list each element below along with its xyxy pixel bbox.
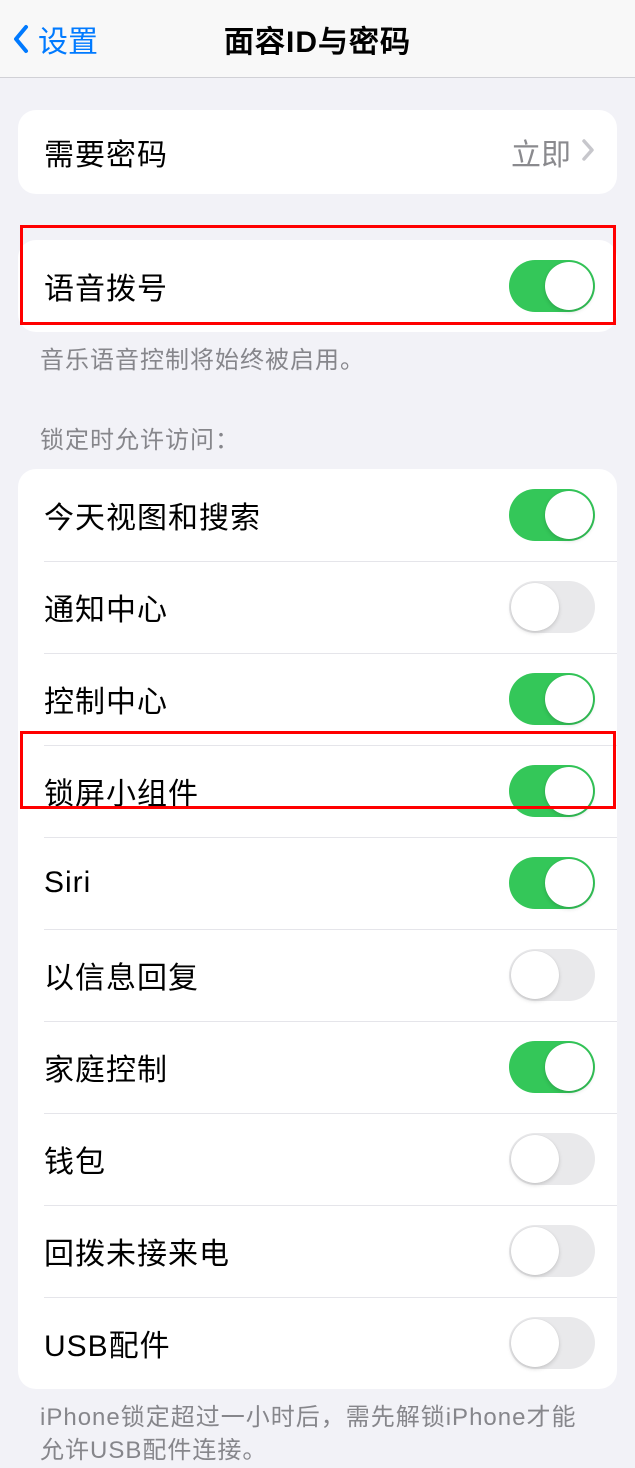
row-label: Siri (44, 866, 91, 900)
usb-accessories-row: USB配件 (18, 1297, 617, 1389)
wallet-row: 钱包 (18, 1113, 617, 1205)
row-label: 今天视图和搜索 (44, 493, 261, 537)
row-label: 锁屏小组件 (44, 769, 199, 813)
row-label: 以信息回复 (44, 953, 199, 997)
lock-widgets-row: 锁屏小组件 (18, 745, 617, 837)
reply-with-message-row: 以信息回复 (18, 929, 617, 1021)
home-control-row: 家庭控制 (18, 1021, 617, 1113)
back-button[interactable]: 设置 (10, 17, 98, 61)
notification-center-row: 通知中心 (18, 561, 617, 653)
row-label: 钱包 (44, 1137, 106, 1181)
row-value: 立即 (511, 130, 571, 174)
chevron-right-icon (581, 138, 595, 167)
usb-footer-caption: iPhone锁定超过一小时后，需先解锁iPhone才能允许USB配件连接。 (0, 1389, 635, 1468)
row-label: 回拨未接来电 (44, 1229, 230, 1273)
return-missed-calls-toggle[interactable] (509, 1225, 595, 1277)
require-passcode-row[interactable]: 需要密码 立即 (18, 110, 617, 194)
row-label: 控制中心 (44, 677, 168, 721)
row-label: 家庭控制 (44, 1045, 168, 1089)
wallet-toggle[interactable] (509, 1133, 595, 1185)
navigation-bar: 设置 面容ID与密码 (0, 0, 635, 78)
group-lock-access: 今天视图和搜索通知中心控制中心锁屏小组件 Siri 以信息回复家庭控制钱包回拨未接来… (18, 469, 617, 1389)
voice-dial-toggle[interactable] (509, 260, 595, 312)
row-label: 需要密码 (44, 130, 168, 174)
home-control-toggle[interactable] (509, 1041, 595, 1093)
voice-dial-caption: 音乐语音控制将始终被启用。 (0, 332, 635, 378)
back-label: 设置 (38, 17, 98, 61)
siri-toggle[interactable] (509, 857, 595, 909)
group-passcode: 需要密码 立即 (18, 110, 617, 194)
control-center-row: 控制中心 (18, 653, 617, 745)
section-header-lock-access: 锁定时允许访问： (0, 378, 635, 455)
notification-center-toggle[interactable] (509, 581, 595, 633)
today-view-toggle[interactable] (509, 489, 595, 541)
usb-accessories-toggle[interactable] (509, 1317, 595, 1369)
voice-dial-row: 语音拨号 (18, 240, 617, 332)
chevron-left-icon (10, 22, 32, 56)
lock-widgets-toggle[interactable] (509, 765, 595, 817)
control-center-toggle[interactable] (509, 673, 595, 725)
group-voice-dial: 语音拨号 (18, 240, 617, 332)
siri-row: Siri (18, 837, 617, 929)
row-label: 通知中心 (44, 585, 168, 629)
today-view-row: 今天视图和搜索 (18, 469, 617, 561)
row-label: USB配件 (44, 1321, 171, 1365)
content: 需要密码 立即 语音拨号 音乐语音控制将始终被启用。 锁定时允许访问： 今天视图… (0, 110, 635, 1468)
return-missed-calls-row: 回拨未接来电 (18, 1205, 617, 1297)
reply-with-message-toggle[interactable] (509, 949, 595, 1001)
row-label: 语音拨号 (44, 264, 168, 308)
